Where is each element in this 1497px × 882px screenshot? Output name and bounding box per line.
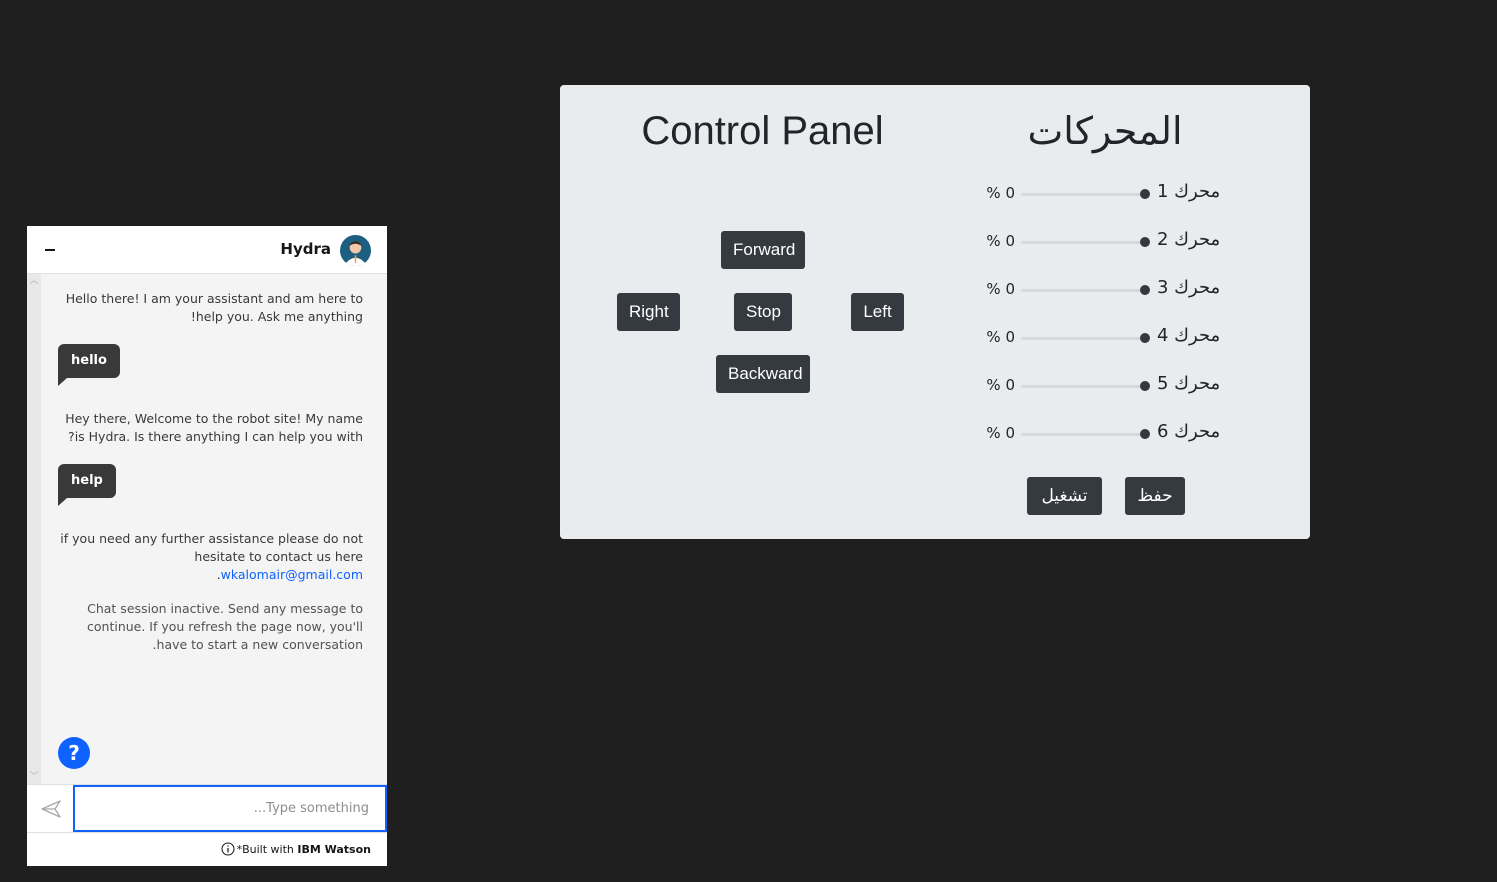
motor-label: محرك 2 [1157, 229, 1221, 250]
motor-slider-track[interactable] [1021, 289, 1145, 292]
motor-slider-thumb[interactable] [1140, 429, 1150, 439]
session-inactive-message: Chat session inactive. Send any message … [63, 600, 363, 654]
motor-row: 0 % محرك 1 [985, 181, 1225, 207]
motor-row: 0 % محرك 3 [985, 277, 1225, 303]
motors-title: المحركات [1027, 109, 1183, 153]
chat-header: Hydra [27, 226, 387, 274]
email-link[interactable]: wkalomair@gmail.com [221, 567, 363, 582]
motor-percent: 0 % [986, 232, 1015, 250]
motor-slider-thumb[interactable] [1140, 285, 1150, 295]
minimize-icon[interactable] [45, 249, 55, 251]
bot-message-text-part: if you need any further assistance pleas… [60, 531, 363, 564]
bot-message-text: Hey there, Welcome to the robot site! My… [65, 411, 363, 444]
bot-message: if you need any further assistance pleas… [53, 530, 363, 584]
motor-percent: 0 % [986, 184, 1015, 202]
info-icon[interactable] [221, 842, 235, 856]
control-panel: Control Panel المحركات Forward Right Sto… [560, 85, 1310, 539]
left-button[interactable]: Left [851, 293, 904, 331]
motor-label: محرك 4 [1157, 325, 1221, 346]
bot-message-text: Hello there! I am your assistant and am … [65, 291, 363, 324]
backward-button[interactable]: Backward [716, 355, 810, 393]
chat-footer: *Built with IBM Watson [27, 832, 387, 866]
motor-row: 0 % محرك 6 [985, 421, 1225, 447]
motor-slider-track[interactable] [1021, 241, 1145, 244]
bot-name: Hydra [280, 240, 331, 258]
chat-input[interactable] [73, 785, 387, 832]
motor-row: 0 % محرك 5 [985, 373, 1225, 399]
motor-label: محرك 3 [1157, 277, 1221, 298]
motor-slider-thumb[interactable] [1140, 333, 1150, 343]
help-icon[interactable]: ? [58, 737, 90, 769]
run-button[interactable]: تشغيل [1027, 477, 1102, 515]
chat-messages: Hello there! I am your assistant and am … [27, 274, 387, 784]
footer-text: *Built with IBM Watson [237, 843, 371, 856]
user-message: help [58, 464, 116, 506]
motor-label: محرك 5 [1157, 373, 1221, 394]
forward-button[interactable]: Forward [721, 231, 805, 269]
bot-message-text: if you need any further assistance pleas… [60, 531, 363, 582]
motor-row: 0 % محرك 4 [985, 325, 1225, 351]
user-message: hello [58, 344, 120, 386]
stop-button[interactable]: Stop [734, 293, 792, 331]
bot-message: Hey there, Welcome to the robot site! My… [63, 410, 363, 446]
motor-label: محرك 1 [1157, 181, 1221, 202]
motor-percent: 0 % [986, 280, 1015, 298]
motor-slider-track[interactable] [1021, 433, 1145, 436]
motor-percent: 0 % [986, 376, 1015, 394]
chat-widget: Hydra ︿ ﹀ Hello there! I am your assista… [27, 226, 387, 866]
chat-input-row [27, 784, 387, 832]
session-inactive-text: Chat session inactive. Send any message … [87, 601, 363, 652]
motor-slider-thumb[interactable] [1140, 189, 1150, 199]
save-button[interactable]: حفظ [1125, 477, 1185, 515]
send-icon[interactable] [40, 798, 62, 820]
motor-slider-track[interactable] [1021, 385, 1145, 388]
right-button[interactable]: Right [617, 293, 680, 331]
motor-slider-track[interactable] [1021, 193, 1145, 196]
avatar [340, 235, 371, 266]
motor-slider-thumb[interactable] [1140, 381, 1150, 391]
footer-brand: IBM Watson [297, 843, 371, 856]
motor-percent: 0 % [986, 328, 1015, 346]
motor-label: محرك 6 [1157, 421, 1221, 442]
motor-row: 0 % محرك 2 [985, 229, 1225, 255]
motor-percent: 0 % [986, 424, 1015, 442]
motor-slider-thumb[interactable] [1140, 237, 1150, 247]
bot-message: Hello there! I am your assistant and am … [63, 290, 363, 326]
motor-slider-track[interactable] [1021, 337, 1145, 340]
footer-prefix: *Built with [236, 843, 294, 856]
panel-title: Control Panel [641, 109, 884, 153]
